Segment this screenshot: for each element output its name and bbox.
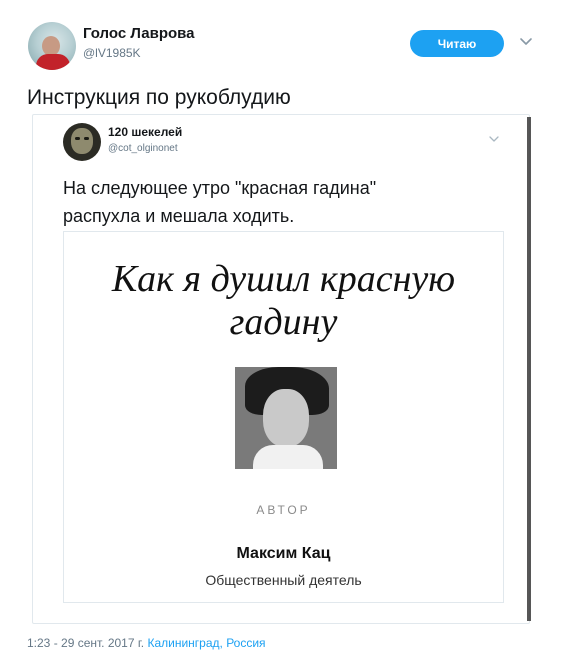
- portrait-shirt: [253, 445, 323, 469]
- quoted-author-name[interactable]: 120 шекелей: [108, 125, 182, 139]
- chevron-down-icon[interactable]: [487, 132, 501, 146]
- quoted-author-handle[interactable]: @cot_olginonet: [108, 143, 178, 154]
- quoted-avatar-eye: [84, 137, 89, 140]
- quoted-text-line: распухла и мешала ходить.: [63, 206, 295, 226]
- avatar-head: [42, 36, 60, 56]
- author-handle[interactable]: @lV1985K: [83, 46, 141, 60]
- quoted-tweet-text: На следующее утро "красная гадина" распу…: [63, 174, 503, 230]
- card-author-label: АВТОР: [256, 503, 311, 517]
- card-author-role: Общественный деятель: [205, 572, 362, 588]
- card-author-name: Максим Кац: [236, 545, 331, 562]
- avatar-body: [36, 54, 70, 70]
- card-title: Как я душил красную гадину: [63, 258, 504, 344]
- quoted-avatar[interactable]: [63, 123, 101, 161]
- author-portrait: [235, 367, 337, 469]
- tweet-text: Инструкция по рукоблудию: [27, 86, 291, 109]
- tweet-timestamp[interactable]: 1:23 - 29 сент. 2017 г.: [27, 636, 144, 650]
- quoted-avatar-eye: [75, 137, 80, 140]
- avatar[interactable]: [28, 22, 76, 70]
- card-title-line: гадину: [229, 301, 338, 343]
- scan-edge-shadow: [527, 117, 531, 621]
- tweet-location-link[interactable]: Калининград, Россия: [147, 636, 265, 650]
- tweet-footer: 1:23 - 29 сент. 2017 г. Калининград, Рос…: [27, 636, 266, 650]
- chevron-down-icon[interactable]: [516, 32, 536, 52]
- card-title-line: Как я душил красную: [111, 258, 456, 300]
- quoted-text-line: На следующее утро "красная гадина": [63, 178, 377, 198]
- author-name[interactable]: Голос Лаврова: [83, 25, 195, 42]
- portrait-face: [263, 389, 309, 447]
- follow-button[interactable]: Читаю: [410, 30, 504, 57]
- quoted-avatar-face: [71, 128, 93, 154]
